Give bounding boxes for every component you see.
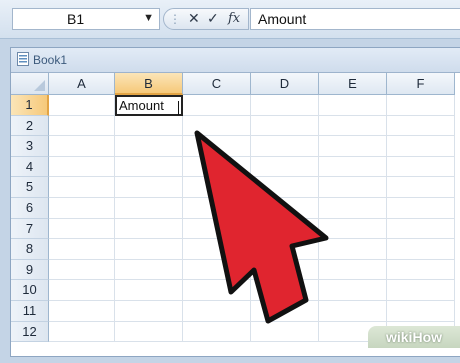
watermark-wiki: wiki	[385, 329, 413, 345]
wikihow-watermark: wikiHow	[368, 326, 460, 348]
watermark-how: How	[412, 329, 443, 345]
cursor-arrow-icon	[194, 130, 329, 324]
